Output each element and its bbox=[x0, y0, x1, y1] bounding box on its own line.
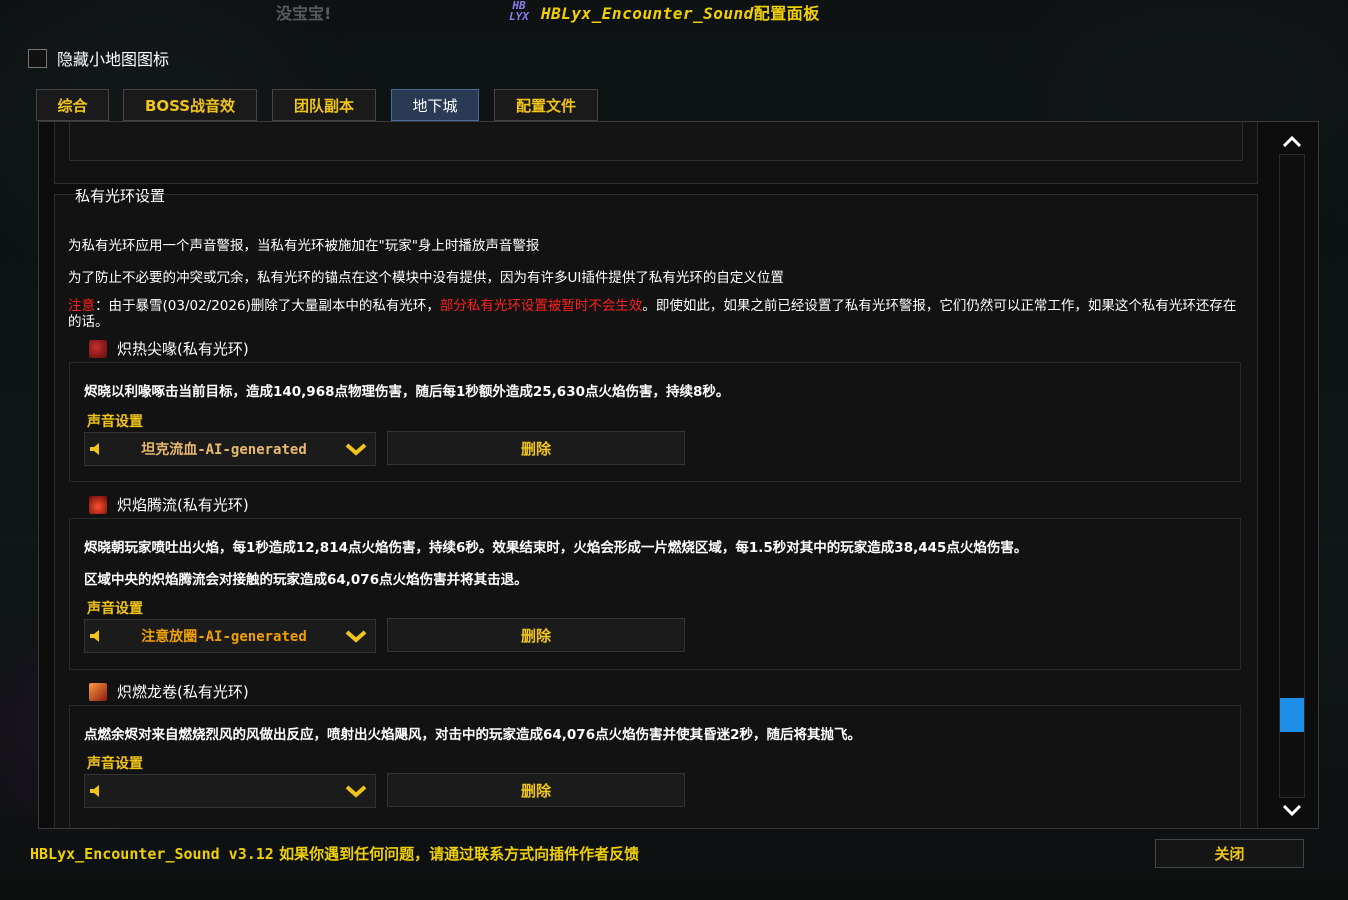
aura-name: 炽燃龙卷(私有光环) bbox=[117, 683, 249, 701]
addon-logo-icon: HB LYX bbox=[505, 0, 533, 24]
note-part-1: ：由于暴雪(03/02/2026)删除了大量副本中的私有光环， bbox=[95, 298, 440, 314]
scroll-down-button[interactable] bbox=[1279, 798, 1305, 822]
aura-card: 烬晓以利喙啄击当前目标，造成140,968点物理伤害，随后每1秒额外造成25,6… bbox=[69, 362, 1241, 482]
previous-group-box bbox=[54, 122, 1258, 184]
aura-card: 点燃余烬对来自燃烧烈风的风做出反应，喷射出火焰飓风，对击中的玩家造成64,076… bbox=[69, 705, 1241, 828]
title-bar: HB LYX HBLyx_Encounter_Sound配置面板 bbox=[505, 0, 820, 24]
section-description-2: 为了防止不必要的冲突或冗余，私有光环的锚点在这个模块中没有提供，因为有许多UI插… bbox=[68, 270, 784, 286]
footer-text: HBLyx_Encounter_Sound v3.12 如果你遇到任何问题，请通… bbox=[30, 843, 639, 864]
previous-group-inner bbox=[69, 122, 1243, 161]
sound-settings-label: 声音设置 bbox=[87, 756, 143, 772]
aura-name: 炽热尖喙(私有光环) bbox=[117, 340, 249, 358]
aura-card: 烬晓朝玩家喷吐出火焰，每1秒造成12,814点火焰伤害，持续6秒。效果结束时，火… bbox=[69, 518, 1241, 670]
chevron-down-icon[interactable] bbox=[345, 442, 367, 456]
aura-header: 炽热尖喙(私有光环) bbox=[89, 338, 249, 359]
sound-dropdown[interactable]: 坦克流血-AI-generated bbox=[84, 432, 376, 466]
hide-minimap-checkbox[interactable] bbox=[28, 48, 47, 68]
aura-header: 炽燃龙卷(私有光环) bbox=[89, 681, 249, 702]
aura-description: 烬晓以利喙啄击当前目标，造成140,968点物理伤害，随后每1秒额外造成25,6… bbox=[84, 384, 730, 400]
window-title: HBLyx_Encounter_Sound配置面板 bbox=[541, 0, 820, 24]
speaker-icon bbox=[90, 785, 99, 797]
background-text: 没宝宝! bbox=[276, 4, 332, 23]
scroll-up-button[interactable] bbox=[1279, 130, 1305, 154]
aura-header: 炽焰腾流(私有光环) bbox=[89, 494, 249, 515]
sound-dropdown[interactable]: 注意放圈-AI-generated bbox=[84, 619, 376, 653]
title-addon-name: HBLyx_Encounter_Sound bbox=[541, 4, 754, 23]
logo-bottom-text: LYX bbox=[509, 10, 529, 23]
note-highlight: 部分私有光环设置被暂时不会生效 bbox=[439, 298, 643, 314]
chevron-up-icon bbox=[1282, 135, 1302, 148]
sound-settings-label: 声音设置 bbox=[87, 414, 143, 430]
section-description-1: 为私有光环应用一个声音警报，当私有光环被施加在"玩家"身上时播放声音警报 bbox=[68, 238, 540, 254]
chevron-down-icon[interactable] bbox=[345, 629, 367, 643]
tab-raids[interactable]: 团队副本 bbox=[272, 89, 376, 121]
aura-name: 炽焰腾流(私有光环) bbox=[117, 496, 249, 514]
close-button[interactable]: 关闭 bbox=[1155, 839, 1304, 868]
aura-description: 点燃余烬对来自燃烧烈风的风做出反应，喷射出火焰飓风，对击中的玩家造成64,076… bbox=[84, 727, 861, 743]
feedback-text: 如果你遇到任何问题，请通过联系方式向插件作者反馈 bbox=[279, 845, 640, 863]
note-prefix: 注意 bbox=[68, 298, 95, 314]
sound-dropdown-value: 注意放圈-AI-generated bbox=[141, 629, 307, 645]
delete-button[interactable]: 删除 bbox=[387, 773, 685, 807]
warning-note: 注意：由于暴雪(03/02/2026)删除了大量副本中的私有光环，部分私有光环设… bbox=[68, 298, 1238, 330]
aura-description: 烬晓朝玩家喷吐出火焰，每1秒造成12,814点火焰伤害，持续6秒。效果结束时，火… bbox=[84, 540, 1028, 556]
sound-dropdown[interactable] bbox=[84, 774, 376, 808]
tab-general[interactable]: 综合 bbox=[36, 89, 109, 121]
title-suffix: 配置面板 bbox=[753, 4, 820, 23]
tornado-icon bbox=[89, 682, 107, 701]
beak-icon bbox=[89, 339, 107, 358]
content-area: 私有光环设置 为私有光环应用一个声音警报，当私有光环被施加在"玩家"身上时播放声… bbox=[38, 121, 1319, 829]
tab-dungeons[interactable]: 地下城 bbox=[391, 89, 479, 121]
version-text: HBLyx_Encounter_Sound v3.12 bbox=[30, 845, 274, 863]
flame-icon bbox=[89, 495, 107, 514]
tab-profiles[interactable]: 配置文件 bbox=[494, 89, 598, 121]
sound-settings-label: 声音设置 bbox=[87, 601, 143, 617]
hide-minimap-label: 隐藏小地图图标 bbox=[57, 50, 170, 69]
speaker-icon bbox=[90, 443, 99, 455]
section-title: 私有光环设置 bbox=[75, 187, 166, 205]
aura-description: 区域中央的炽焰腾流会对接触的玩家造成64,076点火焰伤害并将其击退。 bbox=[84, 572, 528, 588]
scrollbar-thumb[interactable] bbox=[1280, 698, 1304, 732]
delete-button[interactable]: 删除 bbox=[387, 431, 685, 465]
delete-button[interactable]: 删除 bbox=[387, 618, 685, 652]
chevron-down-icon[interactable] bbox=[345, 784, 367, 798]
tab-boss-sounds[interactable]: BOSS战音效 bbox=[123, 89, 257, 121]
hide-minimap-option[interactable]: 隐藏小地图图标 bbox=[28, 46, 169, 70]
speaker-icon bbox=[90, 630, 99, 642]
sound-dropdown-value: 坦克流血-AI-generated bbox=[141, 442, 307, 458]
chevron-down-icon bbox=[1282, 804, 1302, 817]
